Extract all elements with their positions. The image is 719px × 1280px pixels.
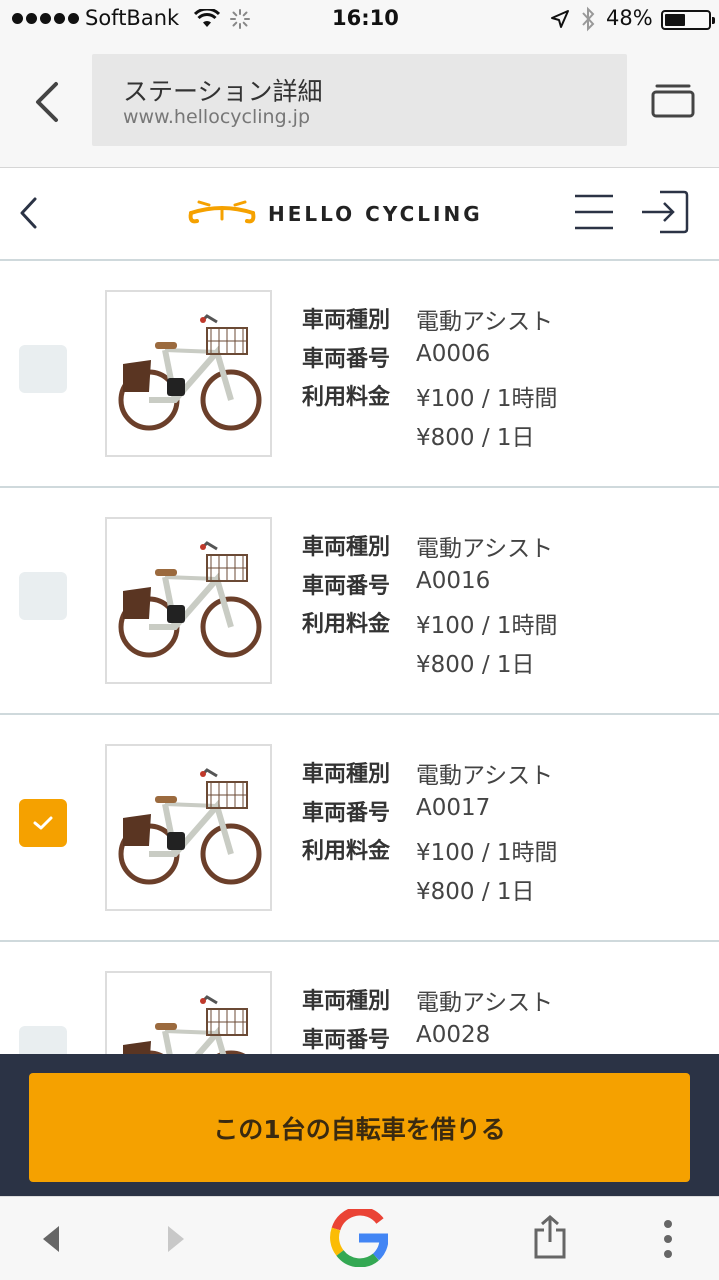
page-url: www.hellocycling.jp xyxy=(123,106,311,128)
vehicle-number-value: A0016 xyxy=(416,568,491,594)
bike-photo xyxy=(105,517,272,684)
vehicle-type-label: 車両種別 xyxy=(302,308,391,333)
battery-percent: 48% xyxy=(606,6,653,30)
fee-daily-value: ¥800 / 1日 xyxy=(416,652,535,678)
fee-hourly-value: ¥100 / 1時間 xyxy=(416,613,558,639)
fee-label: 利用料金 xyxy=(302,612,391,637)
bike-photo xyxy=(105,290,272,457)
status-bar: SoftBank 16:10 48% xyxy=(0,0,719,40)
loading-spinner-icon xyxy=(230,9,250,29)
bluetooth-icon xyxy=(582,6,595,32)
vehicle-number-value: A0028 xyxy=(416,1022,491,1048)
page-title: ステーション詳細 xyxy=(123,77,323,106)
vehicle-type-label: 車両種別 xyxy=(302,535,391,560)
fee-daily-value: ¥800 / 1日 xyxy=(416,425,535,451)
forward-icon[interactable] xyxy=(165,1224,187,1254)
battery-icon xyxy=(661,10,715,30)
fee-hourly-value: ¥100 / 1時間 xyxy=(416,386,558,412)
login-icon[interactable] xyxy=(640,190,690,234)
vehicle-type-value: 電動アシスト xyxy=(416,763,554,789)
bicycle-image xyxy=(118,541,262,658)
vehicle-type-label: 車両種別 xyxy=(302,762,391,787)
tabs-icon[interactable] xyxy=(651,82,695,118)
carrier-name: SoftBank xyxy=(85,6,180,30)
location-arrow-icon xyxy=(551,10,569,28)
rent-action-bar: この1台の自転車を借りる xyxy=(0,1054,719,1196)
vehicle-type-label: 車両種別 xyxy=(302,989,391,1014)
bike-checkbox[interactable] xyxy=(19,345,67,393)
browser-bottom-nav xyxy=(0,1196,719,1280)
vehicle-type-value: 電動アシスト xyxy=(416,990,554,1016)
bike-photo xyxy=(105,744,272,911)
checkmark-icon xyxy=(33,816,53,830)
signal-strength-icon xyxy=(12,13,79,24)
vehicle-number-value: A0006 xyxy=(416,341,491,367)
address-bar[interactable]: ステーション詳細 www.hellocycling.jp xyxy=(92,54,627,146)
browser-toolbar: ステーション詳細 www.hellocycling.jp xyxy=(0,40,719,168)
site-header: HELLO CYCLING xyxy=(0,169,719,261)
bicycle-image xyxy=(118,314,262,431)
bike-list-item[interactable]: 車両種別 電動アシスト 車両番号 A0016 利用料金 ¥100 / 1時間 ¥… xyxy=(0,488,719,715)
hello-cycling-logo-icon xyxy=(188,200,256,224)
vehicle-number-label: 車両番号 xyxy=(302,1028,391,1053)
vehicle-number-value: A0017 xyxy=(416,795,491,821)
rent-bike-button[interactable]: この1台の自転車を借りる xyxy=(29,1073,690,1182)
vehicle-number-label: 車両番号 xyxy=(302,347,391,372)
fee-label: 利用料金 xyxy=(302,839,391,864)
vehicle-number-label: 車両番号 xyxy=(302,574,391,599)
fee-label: 利用料金 xyxy=(302,385,391,410)
back-icon[interactable] xyxy=(40,1224,62,1254)
clock: 16:10 xyxy=(332,6,399,30)
bike-list-item[interactable]: 車両種別 電動アシスト 車両番号 A0017 利用料金 ¥100 / 1時間 ¥… xyxy=(0,715,719,942)
wifi-icon xyxy=(194,9,220,27)
bike-list-item[interactable]: 車両種別 電動アシスト 車両番号 A0006 利用料金 ¥100 / 1時間 ¥… xyxy=(0,261,719,488)
bike-checkbox[interactable] xyxy=(19,572,67,620)
vehicle-type-value: 電動アシスト xyxy=(416,309,554,335)
google-icon[interactable] xyxy=(330,1209,388,1267)
bicycle-image xyxy=(118,768,262,885)
hamburger-menu-icon[interactable] xyxy=(574,193,614,231)
bike-checkbox-checked[interactable] xyxy=(19,799,67,847)
fee-hourly-value: ¥100 / 1時間 xyxy=(416,840,558,866)
back-icon[interactable] xyxy=(17,196,41,230)
vehicle-number-label: 車両番号 xyxy=(302,801,391,826)
brand-name: HELLO CYCLING xyxy=(268,202,483,226)
more-icon[interactable] xyxy=(662,1219,674,1259)
vehicle-type-value: 電動アシスト xyxy=(416,536,554,562)
fee-daily-value: ¥800 / 1日 xyxy=(416,879,535,905)
browser-back-icon[interactable] xyxy=(32,80,62,124)
share-icon[interactable] xyxy=(532,1214,568,1260)
